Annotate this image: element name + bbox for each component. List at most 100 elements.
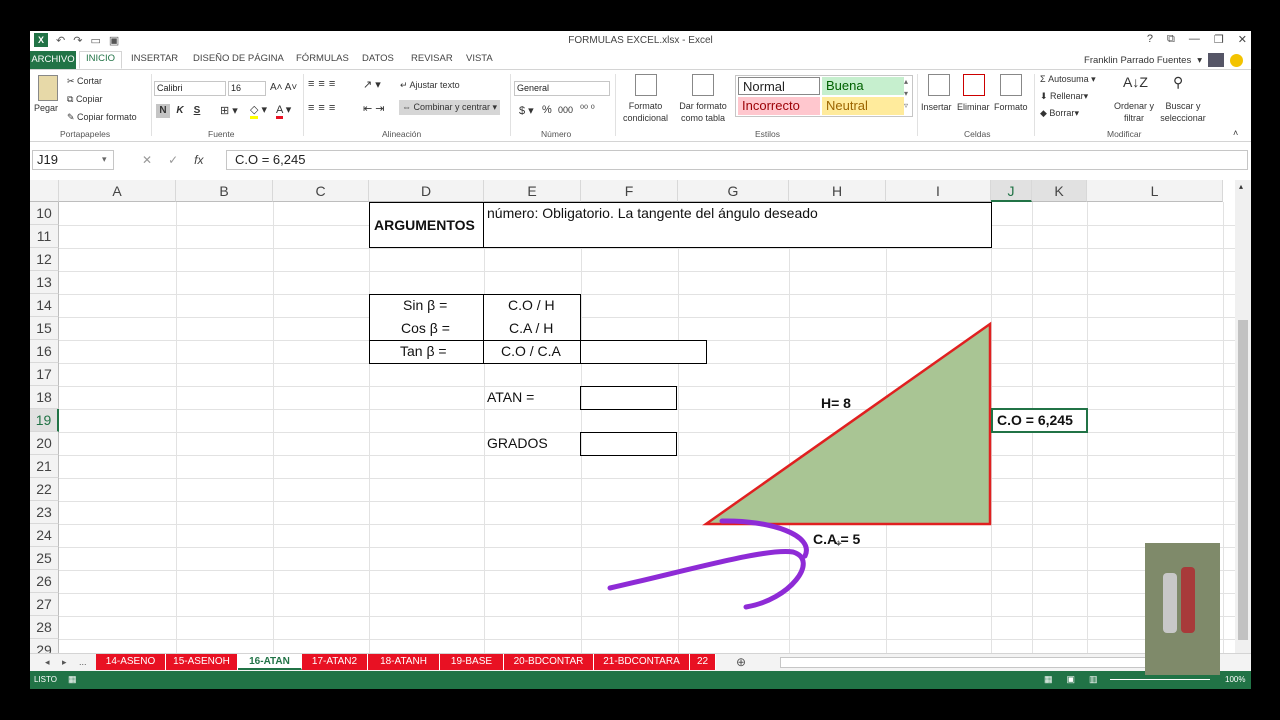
sort-filter-icon[interactable]: A↓Z	[1123, 74, 1148, 90]
format-as-table-icon[interactable]	[692, 74, 714, 96]
style-neutral[interactable]: Neutral	[822, 97, 904, 115]
help-icon[interactable]: ?	[1147, 33, 1153, 46]
insert-function-icon[interactable]: fx	[194, 153, 203, 167]
eraser-icon: ◆	[1040, 108, 1050, 118]
fill-button[interactable]: ⬇ Rellenar▾	[1040, 91, 1088, 102]
styles-scroll-icon[interactable]: ▴ ▾ ▿	[904, 76, 908, 112]
sheet-tab-22[interactable]: 22	[690, 654, 716, 670]
sheet-tab-17-atan2[interactable]: 17-ATAN2	[302, 654, 368, 670]
sheet-tab-21-bdcontara[interactable]: 21-BDCONTARA	[594, 654, 690, 670]
vertical-align-icons[interactable]: ≡≡≡	[308, 78, 339, 90]
paste-button[interactable]: Pegar	[34, 103, 58, 113]
style-normal[interactable]: Normal	[738, 77, 820, 95]
vertical-scrollbar[interactable]: ▴	[1235, 180, 1251, 653]
find-select-button[interactable]: Buscar y seleccionar	[1154, 100, 1212, 124]
right-triangle-shape[interactable]	[702, 321, 992, 526]
cancel-icon[interactable]: ✕	[142, 153, 152, 167]
clear-button[interactable]: ◆ Borrar▾	[1040, 108, 1079, 119]
wrap-text-button[interactable]: ↵ Ajustar texto	[400, 80, 460, 91]
zoom-slider[interactable]	[1110, 679, 1210, 680]
tab-vista[interactable]: VISTA	[466, 53, 493, 64]
font-size-select[interactable]: 16	[228, 81, 266, 96]
borders-icon[interactable]: ⊞ ▾	[220, 104, 238, 117]
font-grow-shrink-icon[interactable]: A˄ A˅	[270, 82, 297, 93]
macro-record-icon[interactable]: ▦	[68, 674, 77, 685]
name-box-dropdown-icon[interactable]: ▾	[102, 154, 107, 165]
tab-inicio[interactable]: INICIO	[79, 51, 123, 69]
group-label-styles: Estilos	[755, 129, 781, 139]
insert-cells-icon[interactable]	[928, 74, 950, 96]
merge-center-button[interactable]: ⇔ Combinar y centrar ▾	[399, 100, 501, 115]
hypotenuse-label: H= 8	[821, 395, 851, 411]
tab-insertar[interactable]: INSERTAR	[131, 53, 178, 64]
autosum-button[interactable]: Σ Autosuma ▾	[1040, 74, 1096, 85]
tab-revisar[interactable]: REVISAR	[411, 53, 453, 64]
font-name-select[interactable]: Calibri	[154, 81, 226, 96]
collapse-ribbon-icon[interactable]: ˄	[1233, 128, 1238, 138]
status-bar: LISTO ▦ ▦▣▥ 100%	[30, 671, 1251, 689]
group-label-font: Fuente	[208, 129, 235, 139]
underline-button[interactable]: S	[190, 104, 204, 118]
sheet-tab-20-bdcontar[interactable]: 20-BDCONTAR	[504, 654, 594, 670]
sheet-tab-15-asenoh[interactable]: 15-ASENOH	[166, 654, 238, 670]
next-sheet-icon[interactable]: ▸	[62, 657, 67, 668]
italic-button[interactable]: K	[173, 104, 187, 118]
binoculars-icon[interactable]: ⚲	[1173, 74, 1183, 91]
close-icon[interactable]: ✕	[1238, 33, 1247, 46]
feedback-smile-icon[interactable]	[1230, 53, 1243, 67]
format-as-table-button[interactable]: Dar formato como tabla	[675, 100, 731, 124]
style-good[interactable]: Buena	[822, 77, 904, 95]
format-cells-icon[interactable]	[1000, 74, 1022, 96]
sheet-tab-14-aseno[interactable]: 14-ASENO	[96, 654, 166, 670]
tab-formulas[interactable]: FÓRMULAS	[296, 53, 349, 64]
insert-cells-button[interactable]: Insertar	[921, 102, 952, 112]
fill-color-icon[interactable]: ◇ ▾	[250, 103, 267, 119]
tab-datos[interactable]: DATOS	[362, 53, 394, 64]
horizontal-align-icons[interactable]: ≡≡≡	[308, 102, 339, 114]
cut-button[interactable]: ✂ Cortar	[67, 76, 102, 87]
user-account[interactable]: Franklin Parrado Fuentes ▾	[1084, 53, 1243, 67]
sheet-tab-19-base[interactable]: 19-BASE	[440, 654, 504, 670]
paste-icon[interactable]	[38, 75, 58, 101]
delete-cells-icon[interactable]	[963, 74, 985, 96]
percent-button[interactable]: %	[542, 104, 552, 116]
formula-input[interactable]: C.O = 6,245	[226, 150, 1248, 170]
scrollbar-thumb[interactable]	[1238, 320, 1248, 640]
fill-down-icon: ⬇	[1040, 91, 1051, 101]
view-mode-icons[interactable]: ▦▣▥	[1044, 674, 1112, 685]
tab-diseno-pagina[interactable]: DISEÑO DE PÁGINA	[193, 53, 284, 64]
conditional-format-button[interactable]: Formato condicional	[618, 100, 673, 124]
minimize-icon[interactable]: —	[1189, 33, 1200, 46]
conditional-format-icon[interactable]	[635, 74, 657, 96]
decimal-icons[interactable]: ⁰⁰ ⁰	[580, 104, 595, 115]
annotation-arrow	[607, 549, 806, 610]
delete-cells-button[interactable]: Eliminar	[957, 102, 990, 112]
number-format-select[interactable]: General	[514, 81, 610, 96]
thousands-button[interactable]: 000	[558, 105, 573, 115]
group-label-alignment: Alineación	[382, 129, 422, 139]
ribbon-display-icon[interactable]: ⧉	[1167, 33, 1175, 46]
orientation-icon[interactable]: ↗ ▾	[363, 78, 381, 91]
enter-check-icon[interactable]: ✓	[168, 153, 178, 167]
copy-button[interactable]: ⧉ Copiar	[67, 94, 102, 105]
worksheet-grid[interactable]: A B C D E F G H I J K L 10 11 12 13 14 1…	[30, 180, 1251, 653]
sheet-tab-16-atan[interactable]: 16-ATAN	[238, 654, 302, 670]
restore-icon[interactable]: ❐	[1214, 33, 1224, 46]
cell-styles-gallery: Normal Buena Incorrecto Neutral	[735, 75, 913, 117]
style-bad[interactable]: Incorrecto	[738, 97, 820, 115]
bold-button[interactable]: N	[156, 104, 170, 118]
currency-button[interactable]: $ ▾	[519, 104, 534, 117]
sort-filter-button[interactable]: Ordenar y filtrar	[1110, 100, 1158, 124]
scroll-up-icon[interactable]: ▴	[1239, 182, 1243, 191]
format-cells-button[interactable]: Formato	[994, 102, 1028, 112]
format-painter-button[interactable]: ✎ Copiar formato	[67, 112, 137, 123]
tab-archivo[interactable]: ARCHIVO	[30, 51, 76, 69]
font-color-icon[interactable]: A ▾	[276, 103, 291, 119]
zoom-level[interactable]: 100%	[1225, 675, 1245, 684]
prev-sheet-icon[interactable]: ◂	[45, 657, 50, 668]
add-sheet-icon[interactable]: ⊕	[736, 655, 746, 669]
indent-icons[interactable]: ⇤ ⇥	[363, 102, 385, 115]
sheet-tab-18-atanh[interactable]: 18-ATANH	[368, 654, 440, 670]
more-sheets-button[interactable]: ...	[79, 657, 87, 667]
ribbon-separator	[303, 74, 304, 136]
